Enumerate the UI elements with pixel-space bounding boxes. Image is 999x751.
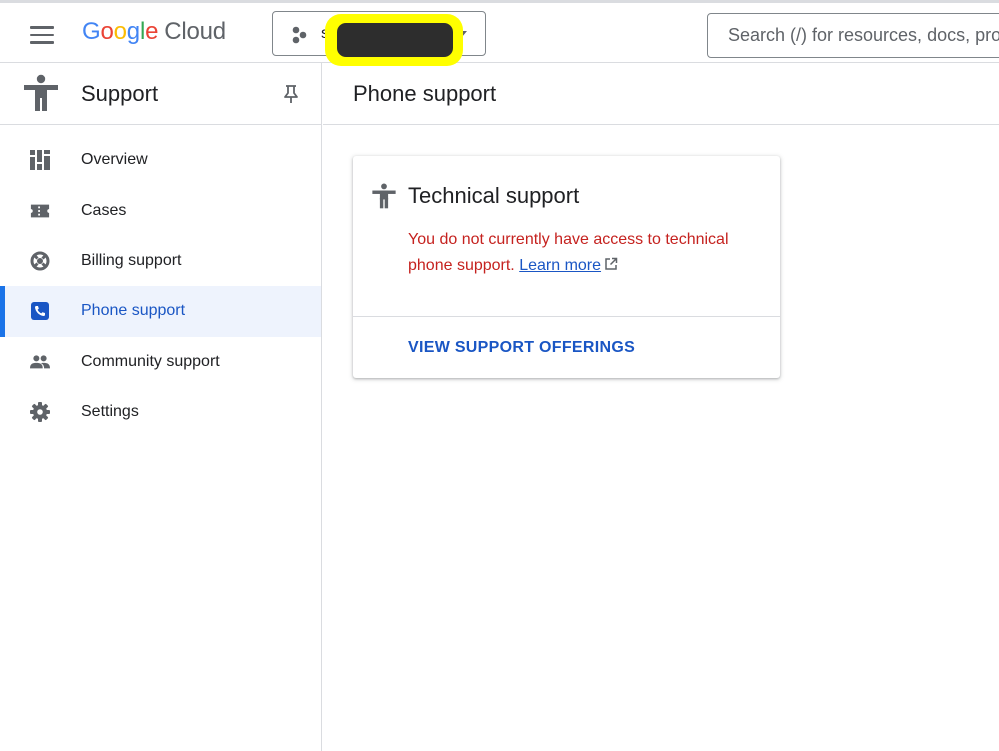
sidebar-item-label: Community support [81,352,220,370]
card-title: Technical support [408,183,580,208]
support-person-icon [372,183,396,209]
sidebar-header: Support [0,63,321,125]
sidebar: Support Overview Cases Billing support P… [0,63,322,751]
google-cloud-logo[interactable]: Google Cloud [82,18,226,46]
pin-icon[interactable] [280,83,302,105]
phone-icon [31,302,49,321]
external-link-icon [605,257,618,270]
sidebar-item-billing-support[interactable]: Billing support [0,236,321,286]
support-person-icon [24,74,58,111]
people-icon [30,355,50,369]
hamburger-menu-icon[interactable] [22,19,62,51]
technical-support-card: Technical support You do not currently h… [353,156,780,378]
sidebar-item-label: Phone support [81,302,186,320]
learn-more-link[interactable]: Learn more [519,257,601,274]
sidebar-item-label: Settings [81,403,139,421]
sidebar-item-label: Billing support [81,251,182,269]
sidebar-item-label: Overview [81,151,148,169]
sidebar-title: Support [81,81,159,106]
gear-icon [30,402,50,423]
redaction-box [337,23,453,57]
main-header: Phone support [323,63,999,125]
top-bar: Google Cloud s [0,0,999,66]
access-error-message: You do not currently have access to tech… [408,227,758,279]
sidebar-item-settings[interactable]: Settings [0,387,321,437]
lifebuoy-icon [30,251,50,271]
sidebar-nav: Overview Cases Billing support Phone sup… [0,135,321,437]
sidebar-item-phone-support[interactable]: Phone support [0,286,321,337]
page-title: Phone support [353,81,497,106]
search-input[interactable] [708,14,999,57]
card-divider [353,316,780,317]
sidebar-item-overview[interactable]: Overview [0,135,321,185]
dashboard-icon [30,150,50,171]
search-box[interactable] [707,13,999,58]
sidebar-item-label: Cases [81,201,127,219]
view-support-offerings-button[interactable]: VIEW SUPPORT OFFERINGS [408,339,635,357]
sidebar-item-cases[interactable]: Cases [0,185,321,235]
sidebar-item-community-support[interactable]: Community support [0,337,321,387]
project-dots-icon [292,26,307,44]
ticket-icon [30,204,50,217]
